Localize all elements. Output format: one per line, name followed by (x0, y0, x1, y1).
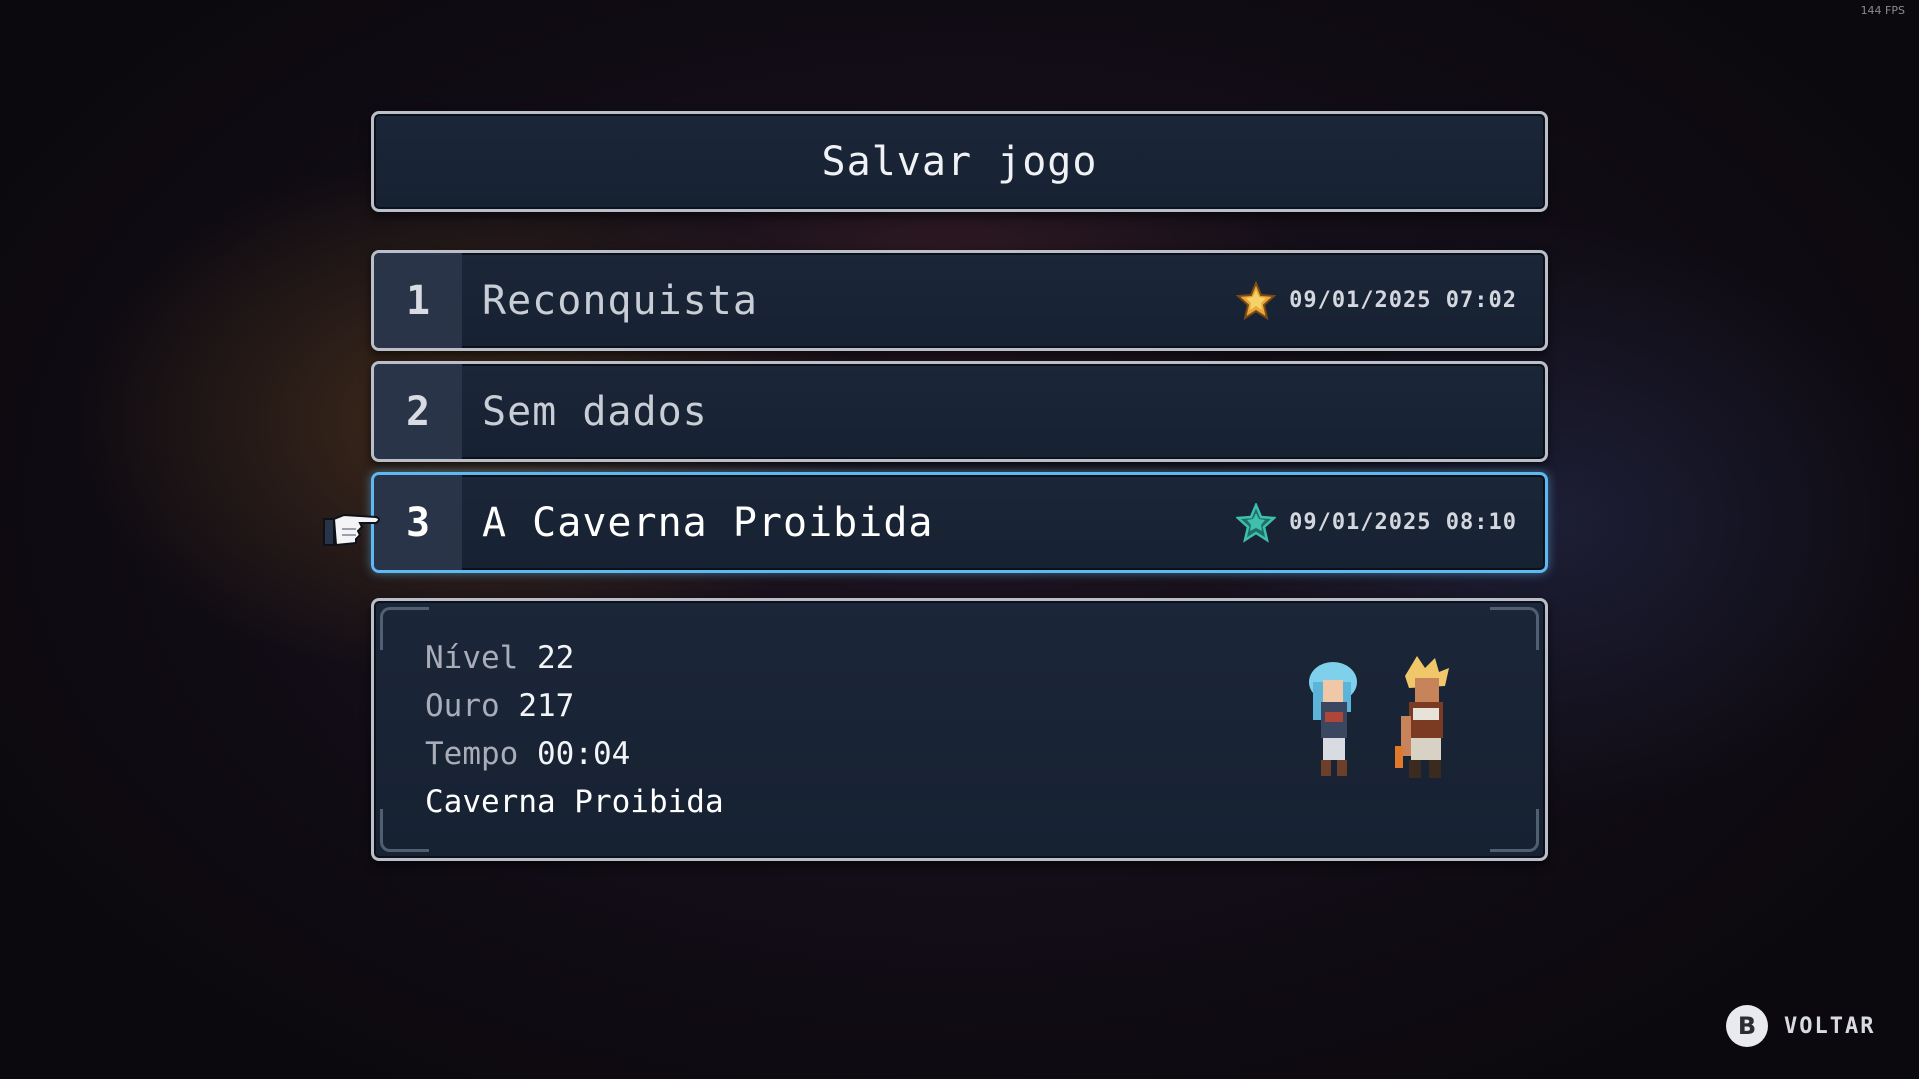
save-slot-1[interactable]: 1 Reconquista 09/01/2025 07:02 (371, 250, 1548, 351)
character-sprite-blond (1395, 656, 1449, 778)
location-name: Caverna Proibida (425, 784, 724, 820)
teal-star-icon (1235, 502, 1277, 544)
stats-list: Nível 22 Ouro 217 Tempo 00:04 Caverna Pr… (425, 634, 724, 826)
back-label: VOLTAR (1784, 1013, 1876, 1039)
b-button-icon: B (1726, 1005, 1768, 1047)
slot-date: 09/01/2025 08:10 (1289, 510, 1517, 535)
save-details-panel: Nível 22 Ouro 217 Tempo 00:04 Caverna Pr… (371, 598, 1548, 861)
time-row: Tempo 00:04 (425, 730, 724, 778)
level-label: Nível (425, 640, 519, 676)
slot-number: 3 (374, 475, 462, 570)
slot-date: 09/01/2025 07:02 (1289, 288, 1517, 313)
ornament-corner (380, 607, 429, 650)
level-row: Nível 22 (425, 634, 724, 682)
ornament-corner (1490, 607, 1539, 650)
gold-star-icon (1235, 280, 1277, 322)
screen-title: Salvar jogo (821, 138, 1098, 185)
slot-name: A Caverna Proibida (482, 499, 934, 546)
gold-row: Ouro 217 (425, 682, 724, 730)
party-sprites (1285, 656, 1485, 816)
save-slot-2[interactable]: 2 Sem dados (371, 361, 1548, 462)
pointing-hand-icon (322, 505, 384, 549)
back-control[interactable]: B VOLTAR (1726, 1005, 1875, 1047)
slot-number: 1 (374, 253, 462, 348)
gold-value: 217 (518, 688, 575, 724)
slot-name: Reconquista (482, 277, 758, 324)
slot-name: Sem dados (482, 388, 708, 435)
gold-label: Ouro (425, 688, 500, 724)
time-label: Tempo (425, 736, 519, 772)
ornament-corner (1490, 809, 1539, 852)
time-value: 00:04 (537, 736, 631, 772)
character-sprite-blue (1309, 662, 1357, 776)
slot-number: 2 (374, 364, 462, 459)
save-slot-3[interactable]: 3 A Caverna Proibida 09/01/2025 08:10 (371, 472, 1548, 573)
level-value: 22 (537, 640, 575, 676)
fps-counter: 144 FPS (1860, 4, 1905, 17)
title-panel: Salvar jogo (371, 111, 1548, 212)
ornament-corner (380, 809, 429, 852)
